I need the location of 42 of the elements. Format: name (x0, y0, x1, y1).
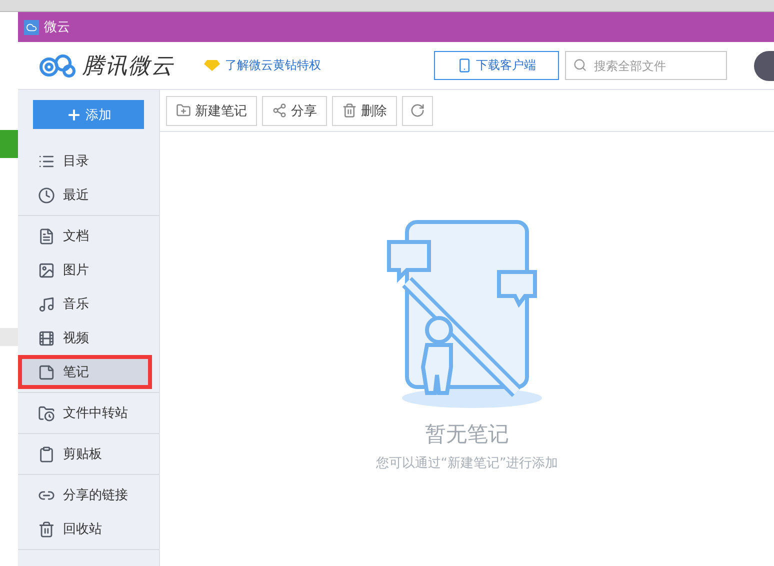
sidebar-item[interactable]: 目录 (18, 144, 159, 178)
sidebar-item[interactable]: 文件中转站 (18, 396, 159, 430)
banner-strip (0, 130, 18, 158)
search-icon (573, 58, 587, 72)
clock-icon (38, 186, 55, 204)
sidebar-item[interactable]: 分享的链接 (18, 478, 159, 512)
sidebar-item[interactable]: 文档 (18, 219, 159, 253)
empty-title: 暂无笔记 (425, 421, 509, 448)
refresh-button[interactable] (402, 96, 433, 126)
empty-hint: 您可以通过“新建笔记”进行添加 (376, 455, 558, 472)
folder-clock-icon (38, 404, 55, 422)
sidebar-item[interactable]: 音乐 (18, 287, 159, 321)
sidebar-item[interactable]: 最近 (18, 178, 159, 212)
trash-icon (38, 520, 55, 538)
clipboard-icon (38, 446, 55, 462)
sidebar-item[interactable]: 笔记 (18, 355, 152, 389)
note-icon (38, 364, 55, 380)
promo-link[interactable]: 了解微云黄钻特权 (204, 57, 321, 74)
plus-icon (66, 106, 82, 122)
cloud-icon (24, 20, 39, 34)
sidebar-item[interactable]: 剪贴板 (18, 437, 159, 471)
avatar[interactable] (754, 50, 774, 80)
toolbar-button[interactable]: 删除 (332, 96, 397, 126)
sidebar-item[interactable]: 回收站 (18, 512, 159, 546)
toolbar-button[interactable]: 新建笔记 (166, 96, 257, 126)
film-icon (38, 330, 55, 346)
image-icon (38, 262, 55, 278)
window-title: 微云 (44, 19, 70, 36)
diamond-icon (204, 60, 220, 71)
document-icon (38, 228, 55, 244)
music-note-icon (38, 296, 55, 312)
toolbar-button[interactable]: 分享 (262, 96, 327, 126)
share-icon (272, 103, 287, 118)
phone-icon (457, 58, 472, 73)
download-client-button[interactable]: 下载客户端 (434, 51, 559, 80)
sidebar-item[interactable]: 视频 (18, 321, 159, 355)
folder-plus-icon (176, 103, 191, 118)
trash-icon (342, 103, 357, 118)
refresh-icon (410, 103, 425, 118)
sidebar-item[interactable]: 图片 (18, 253, 159, 287)
search-field[interactable]: 搜索全部文件 (565, 51, 727, 80)
logo-text: 腾讯微云 (82, 52, 174, 80)
